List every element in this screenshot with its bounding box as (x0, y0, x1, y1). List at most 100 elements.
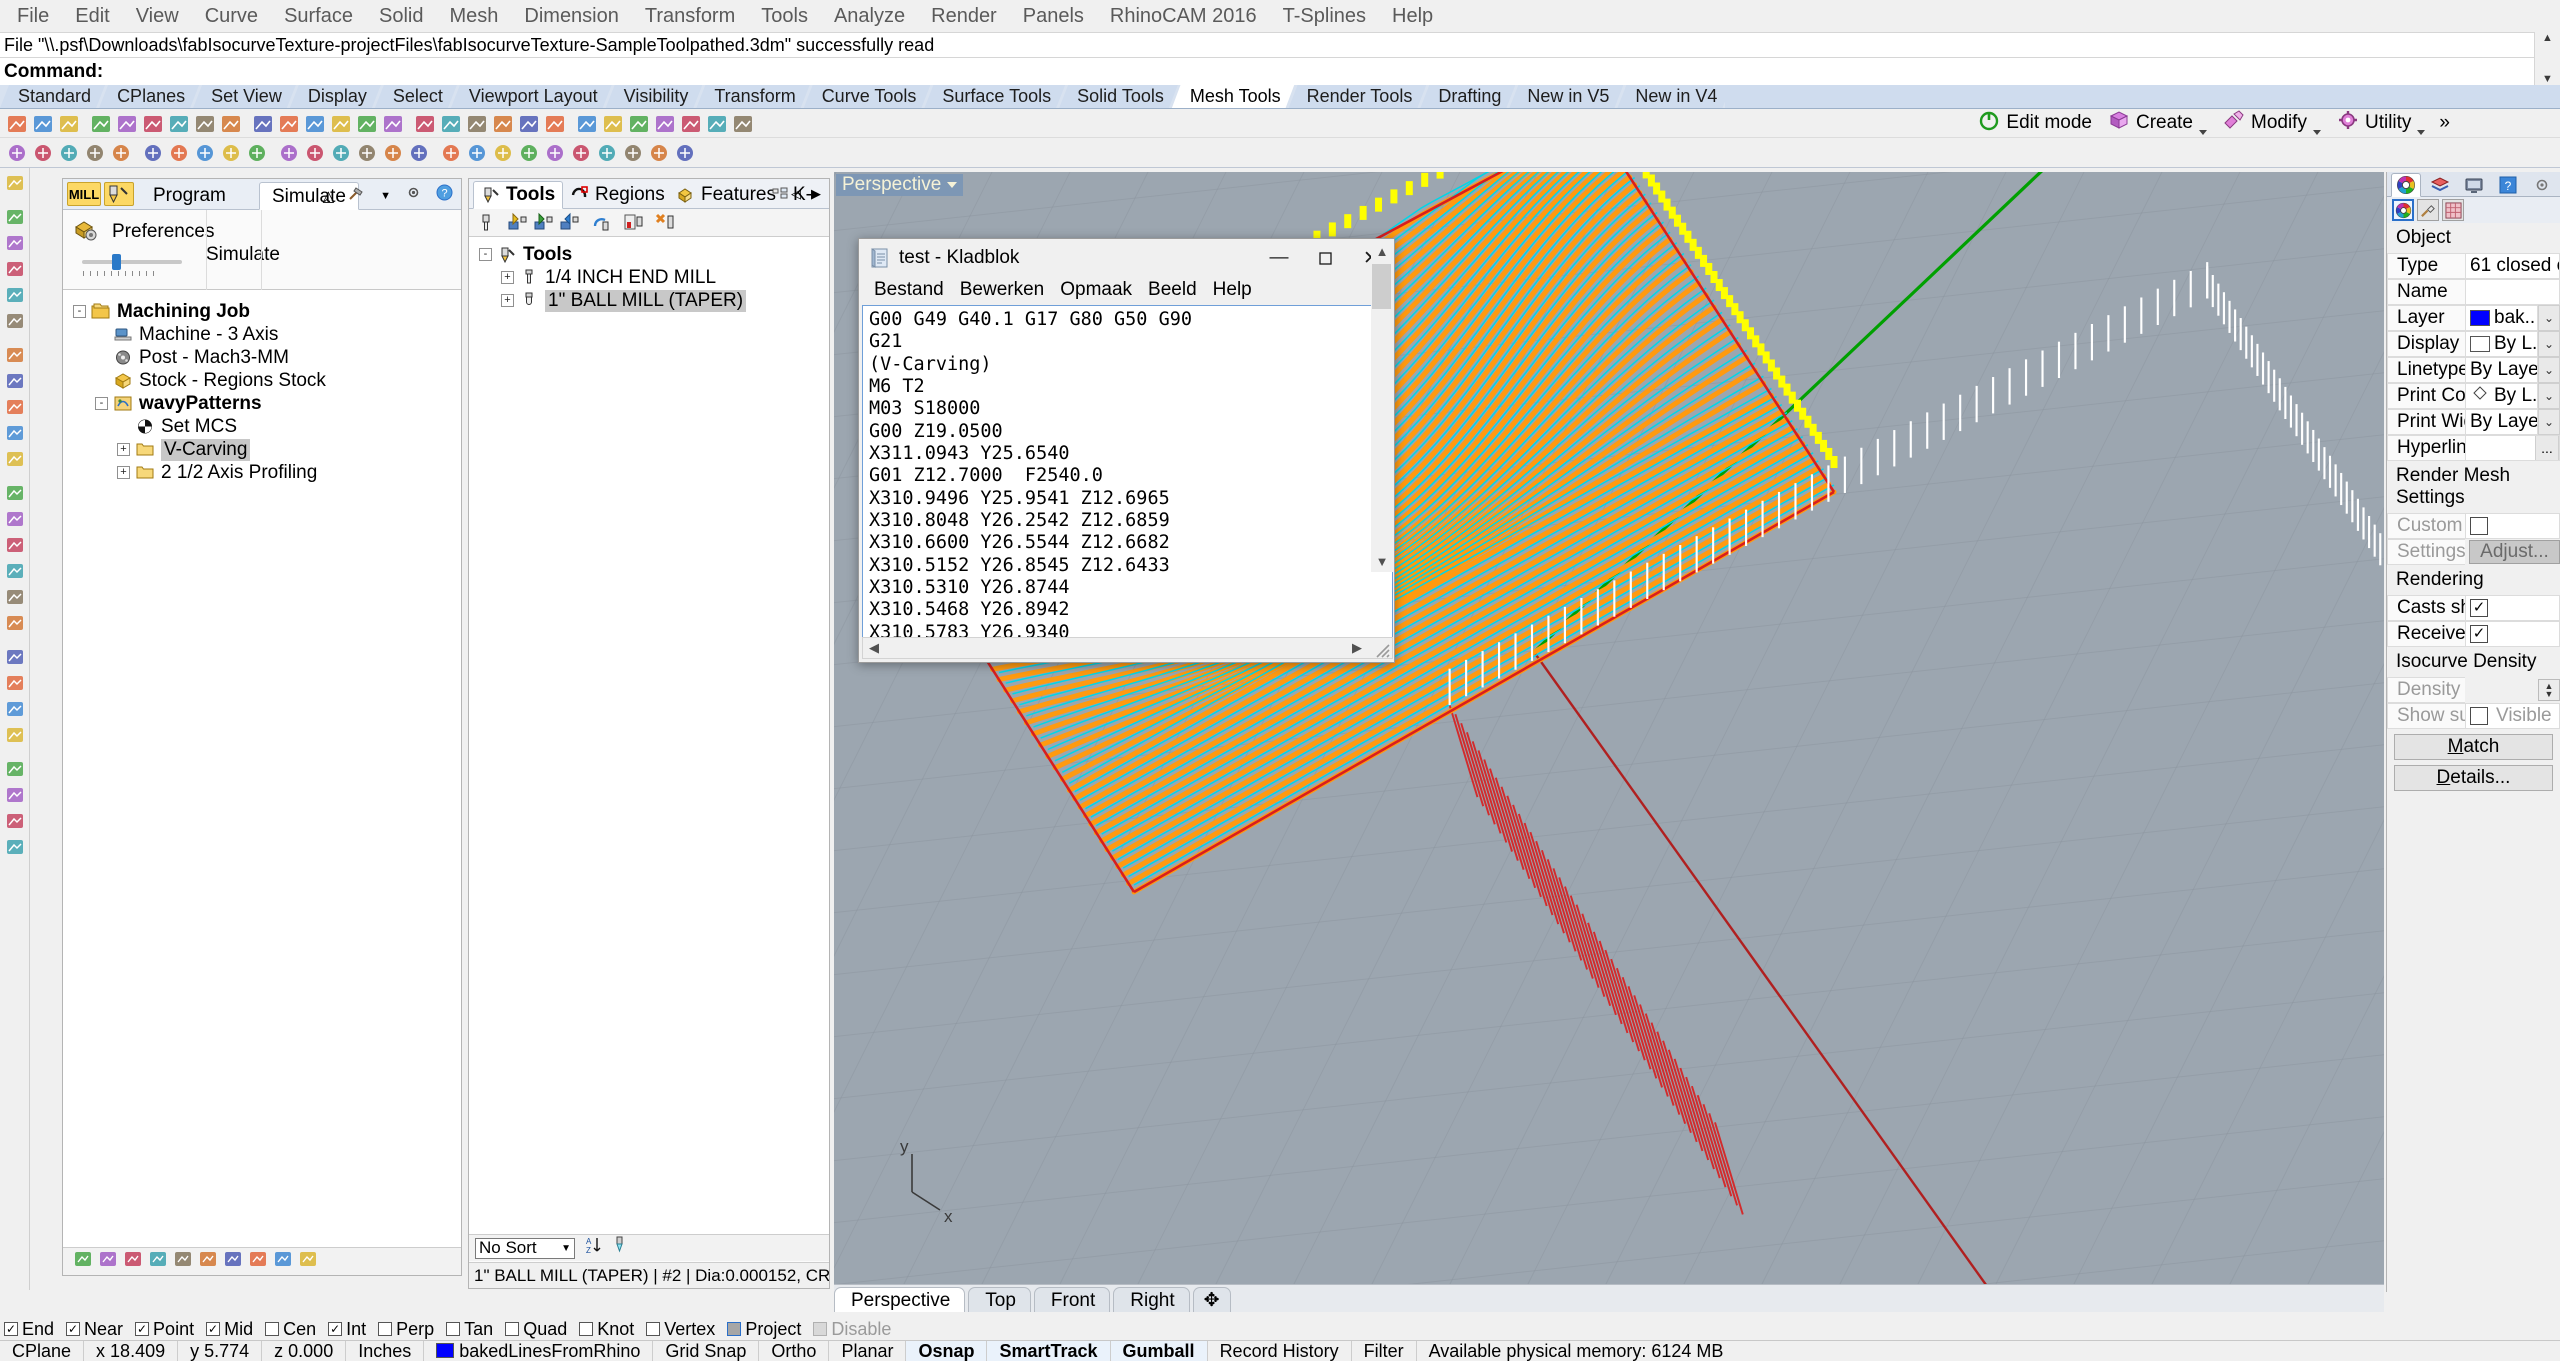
osnap-cen[interactable]: Cen (265, 1319, 316, 1340)
toolbar-tab-select[interactable]: Select (375, 85, 457, 108)
chevron-down-icon[interactable]: ⌄ (2538, 383, 2560, 409)
tree-node-post-mach3-mm[interactable]: Post - Mach3-MM (73, 346, 326, 369)
left-toolbar-icon-3[interactable] (4, 258, 26, 280)
tree-node-2-1-2-axis-profiling[interactable]: +2 1/2 Axis Profiling (73, 461, 326, 484)
gcode-text-area[interactable]: G00 G49 G40.1 G17 G80 G50 G90 G21 (V-Car… (862, 305, 1393, 639)
property-value[interactable] (2465, 279, 2560, 305)
toolbar1-icon-25[interactable] (680, 113, 702, 135)
property-value[interactable]: Adjust... (2465, 539, 2560, 565)
left-toolbar-icon-4[interactable] (4, 284, 26, 306)
osnap-disable[interactable]: Disable (813, 1319, 891, 1340)
osnap-vertex[interactable]: Vertex (646, 1319, 715, 1340)
tree-node-set-mcs[interactable]: Set MCS (73, 415, 326, 438)
osnap-checkbox[interactable]: ✓ (135, 1322, 150, 1336)
tools-tree[interactable]: - Tools +1/4 INCH END MILL +1" BALL MILL (T… (469, 237, 829, 1237)
resize-grip[interactable] (1371, 639, 1391, 659)
toolbar-tab-standard[interactable]: Standard (0, 85, 105, 108)
left-toolbar-icon-1[interactable] (4, 206, 26, 228)
toolbar2-icon-25[interactable] (674, 142, 696, 164)
menu-item-dimension[interactable]: Dimension (511, 1, 631, 31)
property-value[interactable]: ✓ (2465, 621, 2560, 647)
property-value[interactable]: Visible (2465, 703, 2560, 729)
toolbar1-icon-15[interactable] (414, 113, 436, 135)
status-z[interactable]: z 0.000 (262, 1340, 347, 1361)
collapse-ribbon-icon[interactable]: △ (323, 187, 335, 205)
toolbar-tab-visibility[interactable]: Visibility (606, 85, 703, 108)
left-toolbar-icon-24[interactable] (4, 836, 26, 858)
osnap-mid[interactable]: ✓ Mid (206, 1319, 253, 1340)
menu-item-transform[interactable]: Transform (632, 1, 748, 31)
property-value[interactable]: ... (2465, 435, 2560, 461)
osnap-tan[interactable]: Tan (446, 1319, 493, 1340)
toolbar1-icon-27[interactable] (732, 113, 754, 135)
toolbar2-icon-19[interactable] (518, 142, 540, 164)
toolbar2-icon-16[interactable] (440, 142, 462, 164)
toolbar-tab-transform[interactable]: Transform (696, 85, 809, 108)
toolbar2-icon-15[interactable] (408, 142, 430, 164)
left-toolbar-icon-13[interactable] (4, 534, 26, 556)
toolbar2-icon-18[interactable] (492, 142, 514, 164)
osnap-checkbox[interactable] (265, 1322, 280, 1336)
left-toolbar-icon-0[interactable] (4, 172, 26, 194)
chevron-down-icon[interactable] (2312, 130, 2321, 135)
tabs-prev-icon[interactable]: ◁ (791, 186, 801, 202)
toolbar2-icon-14[interactable] (382, 142, 404, 164)
subtab-material[interactable] (2417, 199, 2439, 221)
left-toolbar-icon-5[interactable] (4, 310, 26, 332)
scrollbar-thumb[interactable] (1372, 264, 1391, 309)
toolbar2-icon-20[interactable] (544, 142, 566, 164)
osnap-checkbox[interactable] (446, 1322, 461, 1336)
status-toggle-smarttrack[interactable]: SmartTrack (987, 1340, 1111, 1361)
toolbar2-icon-3[interactable] (84, 142, 106, 164)
osnap-near[interactable]: ✓ Near (66, 1319, 123, 1340)
property-value[interactable]: 61 closed c... (2465, 253, 2560, 279)
menu-item-surface[interactable]: Surface (271, 1, 366, 31)
menu-item-panels[interactable]: Panels (1010, 1, 1097, 31)
chevron-down-icon[interactable]: ⌄ (2538, 409, 2560, 435)
toolbar-tab-set-view[interactable]: Set View (193, 85, 296, 108)
menu-item-tools[interactable]: Tools (748, 1, 821, 31)
preferences-label[interactable]: Preferences (112, 221, 214, 243)
cam-button-utility[interactable]: Utility (2331, 107, 2431, 139)
scroll-up-icon[interactable]: ▲ (1371, 240, 1393, 262)
tree-node-tools[interactable]: - Tools (479, 243, 746, 266)
tree-expander-icon[interactable]: + (117, 466, 130, 479)
toolbar-tab-render-tools[interactable]: Render Tools (1289, 85, 1427, 108)
gear-icon[interactable] (405, 184, 422, 207)
osnap-checkbox[interactable] (378, 1322, 393, 1336)
notepad-menu-beeld[interactable]: Beeld (1140, 278, 1205, 302)
toolbar-tab-drafting[interactable]: Drafting (1420, 85, 1515, 108)
osnap-knot[interactable]: Knot (579, 1319, 634, 1340)
toolbar-tab-new-in-v4[interactable]: New in V4 (1617, 85, 1731, 108)
status-toggle-ortho[interactable]: Ortho (759, 1340, 830, 1361)
toolbar2-icon-8[interactable] (220, 142, 242, 164)
toolbar2-icon-9[interactable] (246, 142, 268, 164)
notepad-menu-opmaak[interactable]: Opmaak (1052, 278, 1140, 302)
mop-footer-icon-8[interactable] (273, 1249, 293, 1275)
tools-toolbar-icon-3[interactable] (559, 212, 581, 234)
add-viewport-tab-icon[interactable]: ✥ (1192, 1287, 1231, 1312)
mop-footer-icon-5[interactable] (198, 1249, 218, 1275)
status-x[interactable]: x 18.409 (84, 1340, 179, 1361)
cam-button-edit-mode[interactable]: Edit mode (1972, 107, 2098, 139)
tree-expander-icon[interactable]: + (117, 443, 130, 456)
status-memory[interactable]: Available physical memory: 6124 MB (1417, 1341, 1736, 1361)
tree-node-1-ball-mill-taper-[interactable]: +1" BALL MILL (TAPER) (479, 289, 747, 312)
tools-toolbar-icon-6[interactable] (655, 212, 677, 234)
toolbar1-icon-22[interactable] (602, 113, 624, 135)
mop-footer-icon-0[interactable] (73, 1249, 93, 1275)
viewport-title[interactable]: Perspective (836, 174, 964, 196)
left-toolbar-icon-19[interactable] (4, 698, 26, 720)
toolbar1-icon-10[interactable] (278, 113, 300, 135)
menu-item-rhinocam-2016[interactable]: RhinoCAM 2016 (1097, 1, 1270, 31)
subtab-texture[interactable] (2442, 199, 2464, 221)
highlight-tool-icon[interactable] (611, 1235, 631, 1261)
toolbar1-icon-26[interactable] (706, 113, 728, 135)
toolbar2-icon-7[interactable] (194, 142, 216, 164)
tabs-next-icon[interactable]: ▶ (811, 186, 821, 202)
status-toggle-record-history[interactable]: Record History (1208, 1340, 1352, 1361)
left-toolbar-icon-17[interactable] (4, 646, 26, 668)
osnap-checkbox[interactable]: ✓ (206, 1322, 221, 1336)
tree-expander-icon[interactable]: + (501, 271, 514, 284)
chevron-down-icon[interactable]: ▼ (380, 190, 391, 202)
